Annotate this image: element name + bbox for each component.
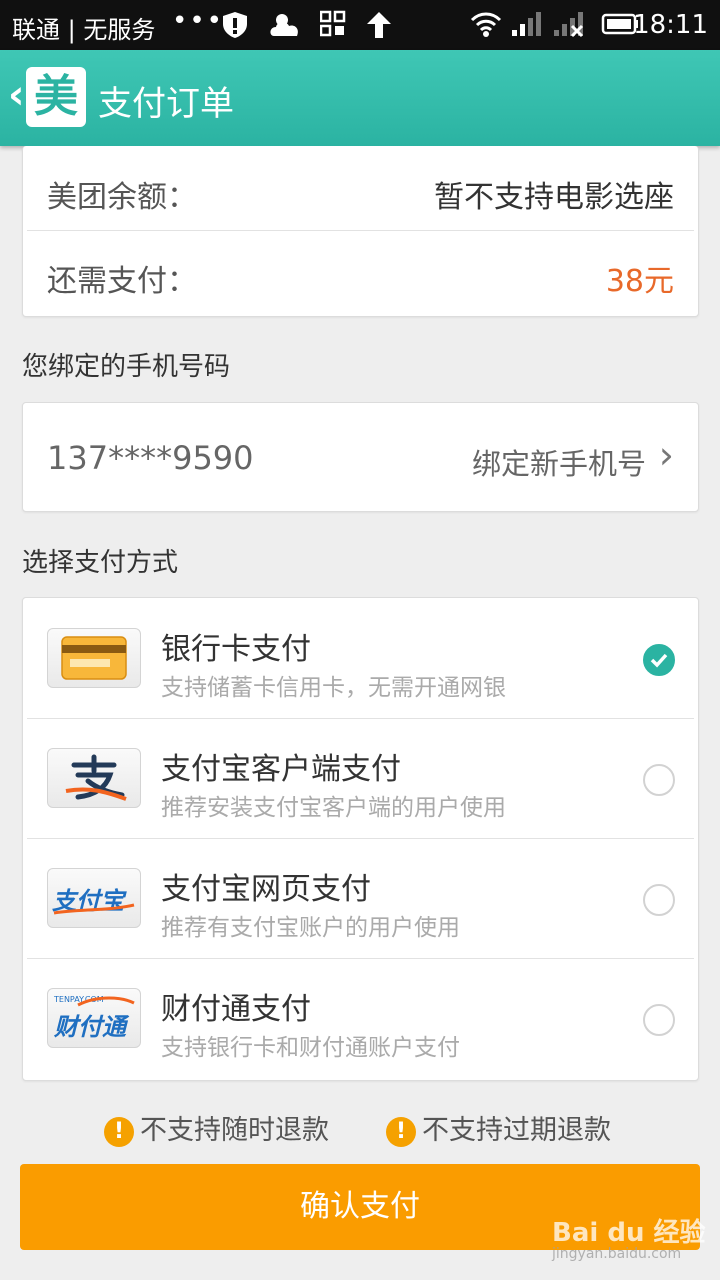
baidu-watermark: Bai du 经验 xyxy=(552,1218,706,1248)
unselected-radio-icon[interactable] xyxy=(643,764,675,796)
payment-option-alipay-web[interactable]: 支付宝 支付宝网页支付 推荐有支付宝账户的用户使用 xyxy=(23,838,698,958)
balance-value: 暂不支持电影选座 xyxy=(434,180,674,215)
back-chevron-icon[interactable]: ‹ xyxy=(8,72,24,118)
order-summary-card: 美团余额： 暂不支持电影选座 还需支付： 38元 xyxy=(22,146,699,317)
payment-option-tenpay[interactable]: TENPAY.COM 财付通 财付通支付 支持银行卡和财付通账户支付 xyxy=(23,958,698,1078)
bind-new-phone-link[interactable]: 绑定新手机号 xyxy=(472,441,646,483)
payment-option-desc: 支持储蓄卡信用卡，无需开通网银 xyxy=(161,675,506,701)
payment-option-alipay-app[interactable]: 支付宝客户端支付 推荐安装支付宝客户端的用户使用 xyxy=(23,718,698,838)
alipay-web-icon: 支付宝 xyxy=(47,868,141,928)
wifi-icon xyxy=(470,10,502,44)
payment-option-title: 支付宝客户端支付 xyxy=(161,752,401,787)
no-signal-icon xyxy=(552,10,588,44)
page-title: 支付订单 xyxy=(98,84,234,124)
upload-arrow-icon xyxy=(366,10,392,46)
carrier-label: 联通 | 无服务 xyxy=(12,16,156,44)
amount-due-label: 还需支付： xyxy=(47,264,197,299)
divider xyxy=(27,230,694,231)
app-header: ‹ 美 支付订单 xyxy=(0,50,720,146)
clock: 18:11 xyxy=(633,10,708,40)
payment-section-title: 选择支付方式 xyxy=(22,548,179,578)
payment-option-desc: 推荐有支付宝账户的用户使用 xyxy=(161,915,460,941)
notice-no-expired-refund: ! 不支持过期退款 xyxy=(386,1108,611,1147)
notice-no-anytime-refund: ! 不支持随时退款 xyxy=(104,1108,329,1147)
shield-icon xyxy=(220,10,250,46)
alipay-app-icon xyxy=(47,748,141,808)
payment-option-desc: 推荐安装支付宝客户端的用户使用 xyxy=(161,795,506,821)
baidu-watermark-url: jingyan.baidu.com xyxy=(552,1246,682,1262)
balance-label: 美团余额： xyxy=(47,180,197,215)
notice-text: 不支持随时退款 xyxy=(140,1115,329,1146)
status-bar: 联通 | 无服务 ••• 18:11 xyxy=(0,0,720,50)
payment-option-bank-card[interactable]: 银行卡支付 支持储蓄卡信用卡，无需开通网银 xyxy=(23,598,698,718)
unselected-radio-icon[interactable] xyxy=(643,884,675,916)
warning-icon: ! xyxy=(386,1117,416,1147)
payment-methods-card: 银行卡支付 支持储蓄卡信用卡，无需开通网银 支付宝客户端支付 推荐安装支付宝客户… xyxy=(22,597,699,1081)
warning-icon: ! xyxy=(104,1117,134,1147)
selected-check-icon[interactable] xyxy=(643,644,675,676)
payment-option-title: 银行卡支付 xyxy=(161,632,311,667)
chevron-right-icon[interactable]: › xyxy=(659,433,674,477)
tenpay-icon: TENPAY.COM 财付通 xyxy=(47,988,141,1048)
phone-card: 137****9590 绑定新手机号 › xyxy=(22,402,699,512)
phone-section-title: 您绑定的手机号码 xyxy=(22,352,231,382)
more-notifications-icon: ••• xyxy=(172,6,225,36)
signal-icon xyxy=(510,10,542,44)
payment-option-desc: 支持银行卡和财付通账户支付 xyxy=(161,1035,460,1061)
weather-cloud-icon xyxy=(268,10,302,46)
apps-grid-icon xyxy=(319,10,346,44)
notice-text: 不支持过期退款 xyxy=(422,1115,611,1146)
meituan-logo[interactable]: 美 xyxy=(26,67,86,127)
amount-due-value: 38元 xyxy=(605,264,674,299)
unselected-radio-icon[interactable] xyxy=(643,1004,675,1036)
payment-option-title: 财付通支付 xyxy=(161,992,311,1027)
bank-card-icon xyxy=(47,628,141,688)
phone-number: 137****9590 xyxy=(47,439,254,477)
payment-option-title: 支付宝网页支付 xyxy=(161,872,371,907)
